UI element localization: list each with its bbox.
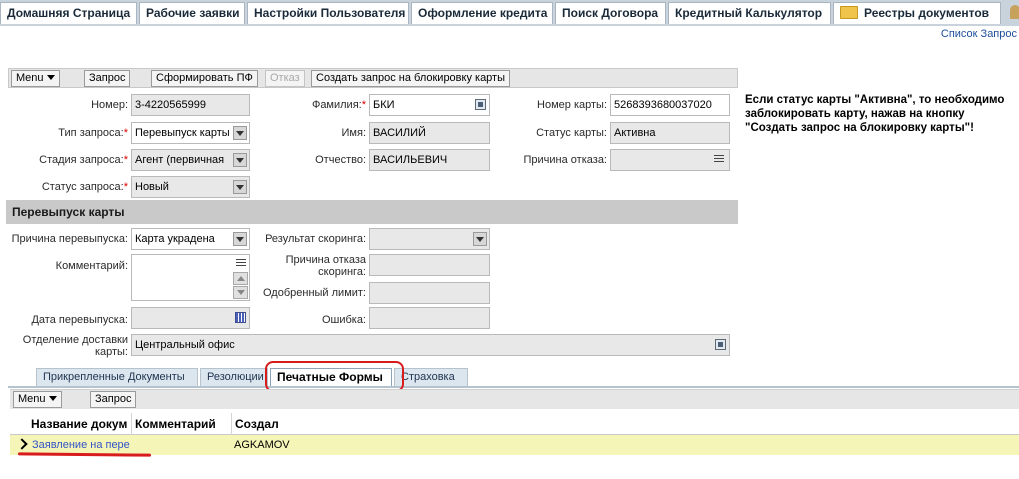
folder-icon (840, 6, 858, 19)
nav-tab-contract-search[interactable]: Поиск Договора (555, 2, 666, 24)
table-header: Название докум Комментарий Создал (10, 413, 1019, 435)
nav-tab-credit-calculator[interactable]: Кредитный Калькулятор (668, 2, 831, 24)
dropdown-arrow-icon[interactable] (233, 126, 247, 140)
scoring-refusal-field (369, 254, 490, 276)
sub-request-button[interactable]: Запрос (90, 391, 137, 408)
column-header-comment[interactable]: Комментарий (132, 413, 232, 435)
dropdown-arrow-icon[interactable] (233, 180, 247, 194)
request-type-select[interactable]: Перевыпуск карты (131, 122, 250, 144)
request-stage-select[interactable]: Агент (первичная (131, 149, 250, 171)
request-status-select[interactable]: Новый (131, 176, 250, 198)
top-navigation: Домашняя Страница Рабочие заявки Настрой… (0, 0, 1019, 26)
card-status-label: Статус карты: (536, 127, 607, 139)
underline-annotation (17, 452, 152, 457)
scoring-result-select[interactable] (369, 228, 490, 250)
first-name-field: ВАСИЛИЙ (369, 122, 490, 144)
card-number-label: Номер карты: (537, 99, 607, 111)
dropdown-arrow-icon[interactable] (233, 153, 247, 167)
scroll-up-icon[interactable] (233, 272, 248, 285)
approved-limit-field (369, 282, 490, 304)
create-block-card-request-button[interactable]: Создать запрос на блокировку карты (311, 70, 511, 87)
number-field: 3-4220565999 (131, 94, 250, 116)
request-stage-label: Стадия запроса:* (39, 154, 128, 166)
approved-limit-label: Одобренный лимит: (262, 287, 366, 299)
scroll-down-icon[interactable] (233, 286, 248, 299)
card-number-input[interactable]: 5268393680037020 (610, 94, 730, 116)
card-status-field: Активна (610, 122, 730, 144)
delivery-office-label: Отделение доставки карты: (22, 334, 128, 358)
comment-textarea[interactable] (131, 254, 250, 301)
patronymic-label: Отчество: (315, 154, 366, 166)
caret-down-icon (48, 396, 57, 401)
tab-divider (8, 386, 1019, 388)
delivery-office-field[interactable]: Центральный офис (131, 334, 730, 356)
last-name-input[interactable]: БКИ (369, 94, 490, 116)
tab-attached-documents[interactable]: Прикрепленные Документы (36, 368, 198, 386)
list-icon[interactable] (714, 155, 724, 164)
section-title-reissue: Перевыпуск карты (6, 200, 738, 224)
reissue-reason-select[interactable]: Карта украдена (131, 228, 250, 250)
refuse-button[interactable]: Отказ (265, 70, 305, 87)
scoring-refusal-label: Причина отказа скоринга: (285, 254, 366, 278)
last-name-label: Фамилия:* (311, 99, 366, 111)
comment-label: Комментарий: (55, 260, 128, 272)
column-header-created-by[interactable]: Создал (232, 413, 382, 435)
dropdown-arrow-icon[interactable] (233, 232, 247, 246)
tab-resolutions[interactable]: Резолюции (200, 368, 268, 386)
caret-down-icon (46, 75, 55, 80)
request-type-label: Тип запроса:* (58, 127, 128, 139)
number-label: Номер: (91, 99, 128, 111)
first-name-label: Имя: (341, 127, 366, 139)
menu-button[interactable]: Menu (11, 70, 60, 87)
calendar-icon[interactable] (235, 312, 246, 323)
row-comment (134, 435, 230, 455)
user-icon[interactable] (1010, 5, 1019, 19)
lookup-icon[interactable] (475, 99, 486, 110)
sub-menu-button[interactable]: Menu (13, 391, 62, 408)
reissue-reason-label: Причина перевыпуска: (11, 233, 128, 245)
nav-tab-document-registers[interactable]: Реестры документов (833, 2, 1001, 24)
request-list-link[interactable]: Список Запрос (941, 28, 1017, 40)
comment-scrollbar[interactable] (233, 256, 248, 299)
table-row[interactable]: Заявление на пере AGKAMOV (10, 435, 1019, 455)
form-toolbar: Menu Запрос Сформировать ПФ Отказ Создат… (8, 68, 738, 88)
reissue-date-field[interactable] (131, 307, 250, 329)
nav-tab-user-settings[interactable]: Настройки Пользователя (247, 2, 409, 24)
nav-tab-home[interactable]: Домашняя Страница (0, 2, 137, 24)
tab-insurance[interactable]: Страховка (394, 368, 468, 386)
request-button[interactable]: Запрос (84, 70, 131, 87)
sub-toolbar: Menu Запрос (10, 389, 1019, 409)
row-pointer-icon (18, 440, 26, 450)
scoring-result-label: Результат скоринга: (265, 233, 366, 245)
dropdown-arrow-icon[interactable] (473, 232, 487, 246)
reissue-date-label: Дата перевыпуска: (31, 314, 128, 326)
patronymic-field: ВАСИЛЬЕВИЧ (369, 149, 490, 171)
generate-pf-button[interactable]: Сформировать ПФ (151, 70, 258, 87)
nav-tab-work-requests[interactable]: Рабочие заявки (139, 2, 245, 24)
refusal-reason-label: Причина отказа: (523, 154, 607, 166)
instruction-note: Если статус карты "Активна", то необходи… (745, 94, 1005, 134)
list-icon[interactable] (236, 259, 246, 268)
lookup-icon[interactable] (715, 339, 726, 350)
row-created-by: AGKAMOV (234, 439, 290, 451)
error-field (369, 307, 490, 329)
column-header-name[interactable]: Название докум (28, 413, 132, 435)
highlight-annotation (265, 361, 404, 392)
nav-tab-credit[interactable]: Оформление кредита (411, 2, 553, 24)
request-status-label: Статус запроса:* (41, 181, 128, 193)
error-label: Ошибка: (321, 314, 366, 326)
refusal-reason-field[interactable] (610, 149, 730, 171)
